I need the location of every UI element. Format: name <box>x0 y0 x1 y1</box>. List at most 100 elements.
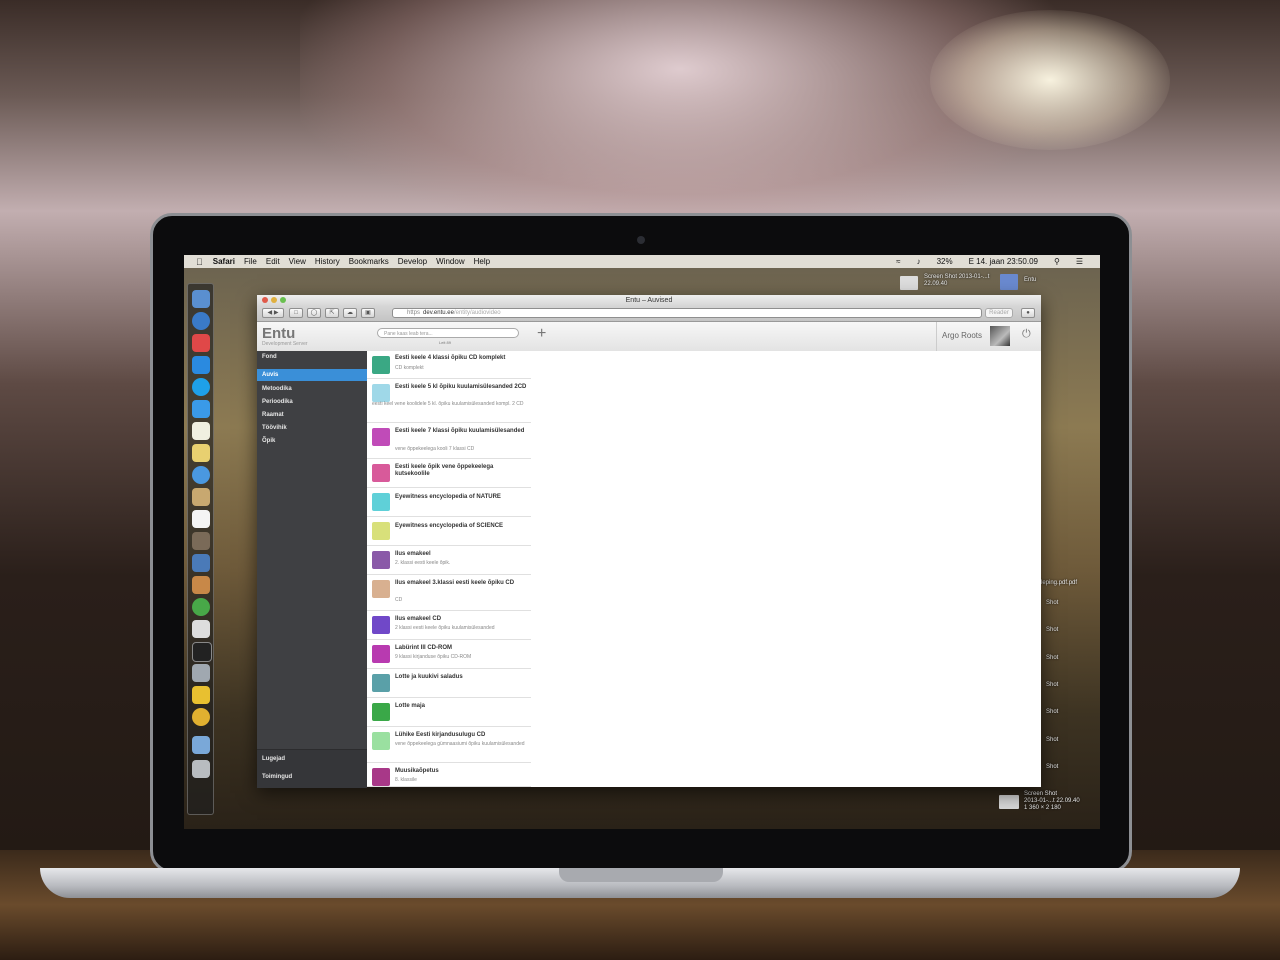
download-button[interactable]: ● <box>1021 308 1035 318</box>
menu-view[interactable]: View <box>289 257 306 266</box>
list-item[interactable]: Eesti keele 7 klassi õpiku kuulamisülesa… <box>367 423 531 459</box>
app-icon[interactable] <box>192 554 210 572</box>
power-icon[interactable]: ⏻ <box>1022 328 1031 341</box>
itunes-icon[interactable] <box>192 466 210 484</box>
list-item[interactable]: Lotte maja <box>367 698 531 727</box>
menu-bookmarks[interactable]: Bookmarks <box>349 257 389 266</box>
sidebar-item-lugejad[interactable]: Lugejad <box>257 753 367 765</box>
item-title: Lotte ja kuukivi saladus <box>395 674 463 680</box>
sidebar-item-opik[interactable]: Õpik <box>257 435 367 447</box>
printer-icon[interactable] <box>192 664 210 682</box>
clock[interactable]: E 14. jaan 23:50.09 <box>969 257 1038 266</box>
safari-icon[interactable] <box>192 312 210 330</box>
twitter-icon[interactable] <box>192 400 210 418</box>
add-button[interactable]: + <box>537 326 546 342</box>
item-icon <box>372 493 390 511</box>
list-item[interactable]: Ilus emakeel 3.klassi eesti keele õpiku … <box>367 575 531 611</box>
drive-icon[interactable] <box>1000 274 1018 290</box>
sidebar-item-toimingud[interactable]: Toimingud <box>257 771 367 783</box>
finder-icon[interactable] <box>192 290 210 308</box>
battery-label[interactable]: 32% <box>937 257 953 266</box>
list-item[interactable]: Eyewitness encyclopedia of NATURE <box>367 488 531 517</box>
zoom-icon[interactable] <box>280 297 286 303</box>
sidebar-item-toovihik[interactable]: Töövihik <box>257 422 367 434</box>
app-logo[interactable]: Entu <box>262 325 295 342</box>
menu-develop[interactable]: Develop <box>398 257 427 266</box>
user-name[interactable]: Argo Roots <box>942 331 982 340</box>
back-forward-button[interactable]: ◀ ▶ <box>262 308 284 318</box>
desktop-file-label[interactable]: Shot <box>1046 709 1086 716</box>
list-item[interactable]: Eesti keele õpik vene õppekeelega kutsek… <box>367 459 531 488</box>
trash-icon[interactable] <box>192 760 210 778</box>
list-item[interactable]: Lühike Eesti kirjandusulugu CD vene õppe… <box>367 727 531 763</box>
share-button[interactable]: □ <box>289 308 303 318</box>
search-input[interactable]: Pane kaas leab tera... <box>377 328 519 338</box>
desktop-file-label[interactable]: leping.pdf.pdf <box>1041 580 1096 587</box>
list-item[interactable]: Muusikaõpetus 8. klassile <box>367 763 531 787</box>
desktop-file-label[interactable]: Shot <box>1046 737 1086 744</box>
list-item[interactable]: Eesti keele 4 klassi õpiku CD komplekt C… <box>367 351 531 379</box>
close-icon[interactable] <box>262 297 268 303</box>
sidebar-button[interactable]: ▣ <box>361 308 375 318</box>
menu-app[interactable]: Safari <box>213 257 235 266</box>
screenshot-file-icon[interactable] <box>999 795 1019 809</box>
list-item[interactable]: Eesti keele 5 kl õpiku kuulamisülesanded… <box>367 379 531 423</box>
bucket-icon[interactable] <box>192 620 210 638</box>
minimize-icon[interactable] <box>271 297 277 303</box>
history-button[interactable]: ◯ <box>307 308 321 318</box>
pocket-icon[interactable] <box>192 334 210 352</box>
volume-icon[interactable]: ♪ <box>917 257 921 266</box>
apple-icon[interactable]:  <box>196 257 203 267</box>
item-title: Eesti keele 5 kl õpiku kuulamisülesanded… <box>395 384 527 390</box>
list-icon[interactable]: ☰ <box>1076 257 1083 266</box>
menu-window[interactable]: Window <box>436 257 464 266</box>
leaf-icon[interactable] <box>192 598 210 616</box>
file-icon[interactable] <box>900 276 918 290</box>
contacts-icon[interactable] <box>192 488 210 506</box>
sign-icon[interactable] <box>192 686 210 704</box>
menu-edit[interactable]: Edit <box>266 257 280 266</box>
list-item[interactable]: Lotte ja kuukivi saladus <box>367 669 531 698</box>
list-item[interactable]: Ilus emakeel CD 2 klassi eesti keele õpi… <box>367 611 531 640</box>
stickies-icon[interactable] <box>192 444 210 462</box>
list-item[interactable]: Eyewitness encyclopedia of SCIENCE <box>367 517 531 546</box>
wifi-icon[interactable]: ≈ <box>896 257 900 266</box>
folder-icon[interactable] <box>192 736 210 754</box>
item-title: Eesti keele õpik vene õppekeelega kutsek… <box>395 464 494 477</box>
desktop-file-label[interactable]: Shot <box>1046 764 1086 771</box>
archive-icon[interactable] <box>192 576 210 594</box>
menu-help[interactable]: Help <box>474 257 490 266</box>
camera-icon <box>637 236 645 244</box>
window-titlebar[interactable]: Entu – Auvised <box>257 295 1041 306</box>
terminal-icon[interactable] <box>192 642 212 662</box>
skype-icon[interactable] <box>192 378 210 396</box>
avatar[interactable] <box>990 326 1010 346</box>
desktop-screenshot-label[interactable]: Screen Shot 2013-01-...t 22.09.40 1 360 … <box>1024 791 1094 812</box>
desktop-file-label[interactable]: Shot <box>1046 655 1086 662</box>
sidebar-item-auvis[interactable]: Auvis <box>257 369 367 381</box>
list-item[interactable]: Labürint III CD-ROM 9 klassi kirjanduse … <box>367 640 531 669</box>
desktop-file-label[interactable]: Shot <box>1046 600 1086 607</box>
cloud-button[interactable]: ☁ <box>343 308 357 318</box>
menu-file[interactable]: File <box>244 257 257 266</box>
spotlight-icon[interactable]: ⚲ <box>1054 257 1060 266</box>
list-item[interactable]: Ilus emakeel 2. klassi eesti keele õpik. <box>367 546 531 575</box>
desktop-file-label[interactable]: Shot <box>1046 682 1086 689</box>
menu-history[interactable]: History <box>315 257 340 266</box>
sidebar-item-metoodika[interactable]: Metoodika <box>257 383 367 395</box>
desktop-drive-label[interactable]: Entu <box>1024 277 1064 284</box>
desktop-screenshot-line3: 1 360 × 2 180 <box>1024 805 1061 811</box>
sidebar-item-fond[interactable]: Fond <box>257 351 367 363</box>
send-icon[interactable] <box>192 356 210 374</box>
calendar-icon[interactable] <box>192 510 210 528</box>
reader-button[interactable]: Reader <box>985 308 1013 318</box>
notes-icon[interactable] <box>192 422 210 440</box>
sidebar-item-raamat[interactable]: Raamat <box>257 409 367 421</box>
sidebar-item-perioodika[interactable]: Perioodika <box>257 396 367 408</box>
chrome-icon[interactable] <box>192 708 210 726</box>
address-bar[interactable]: https dev.entu.ee/entity/audiovideo <box>392 308 982 318</box>
photos-icon[interactable] <box>192 532 210 550</box>
fullscreen-button[interactable]: ⇱ <box>325 308 339 318</box>
desktop-file-label[interactable]: Shot <box>1046 627 1086 634</box>
desktop-file-label[interactable]: Screen Shot 2013-01-...t 22.09.40 <box>924 274 990 288</box>
